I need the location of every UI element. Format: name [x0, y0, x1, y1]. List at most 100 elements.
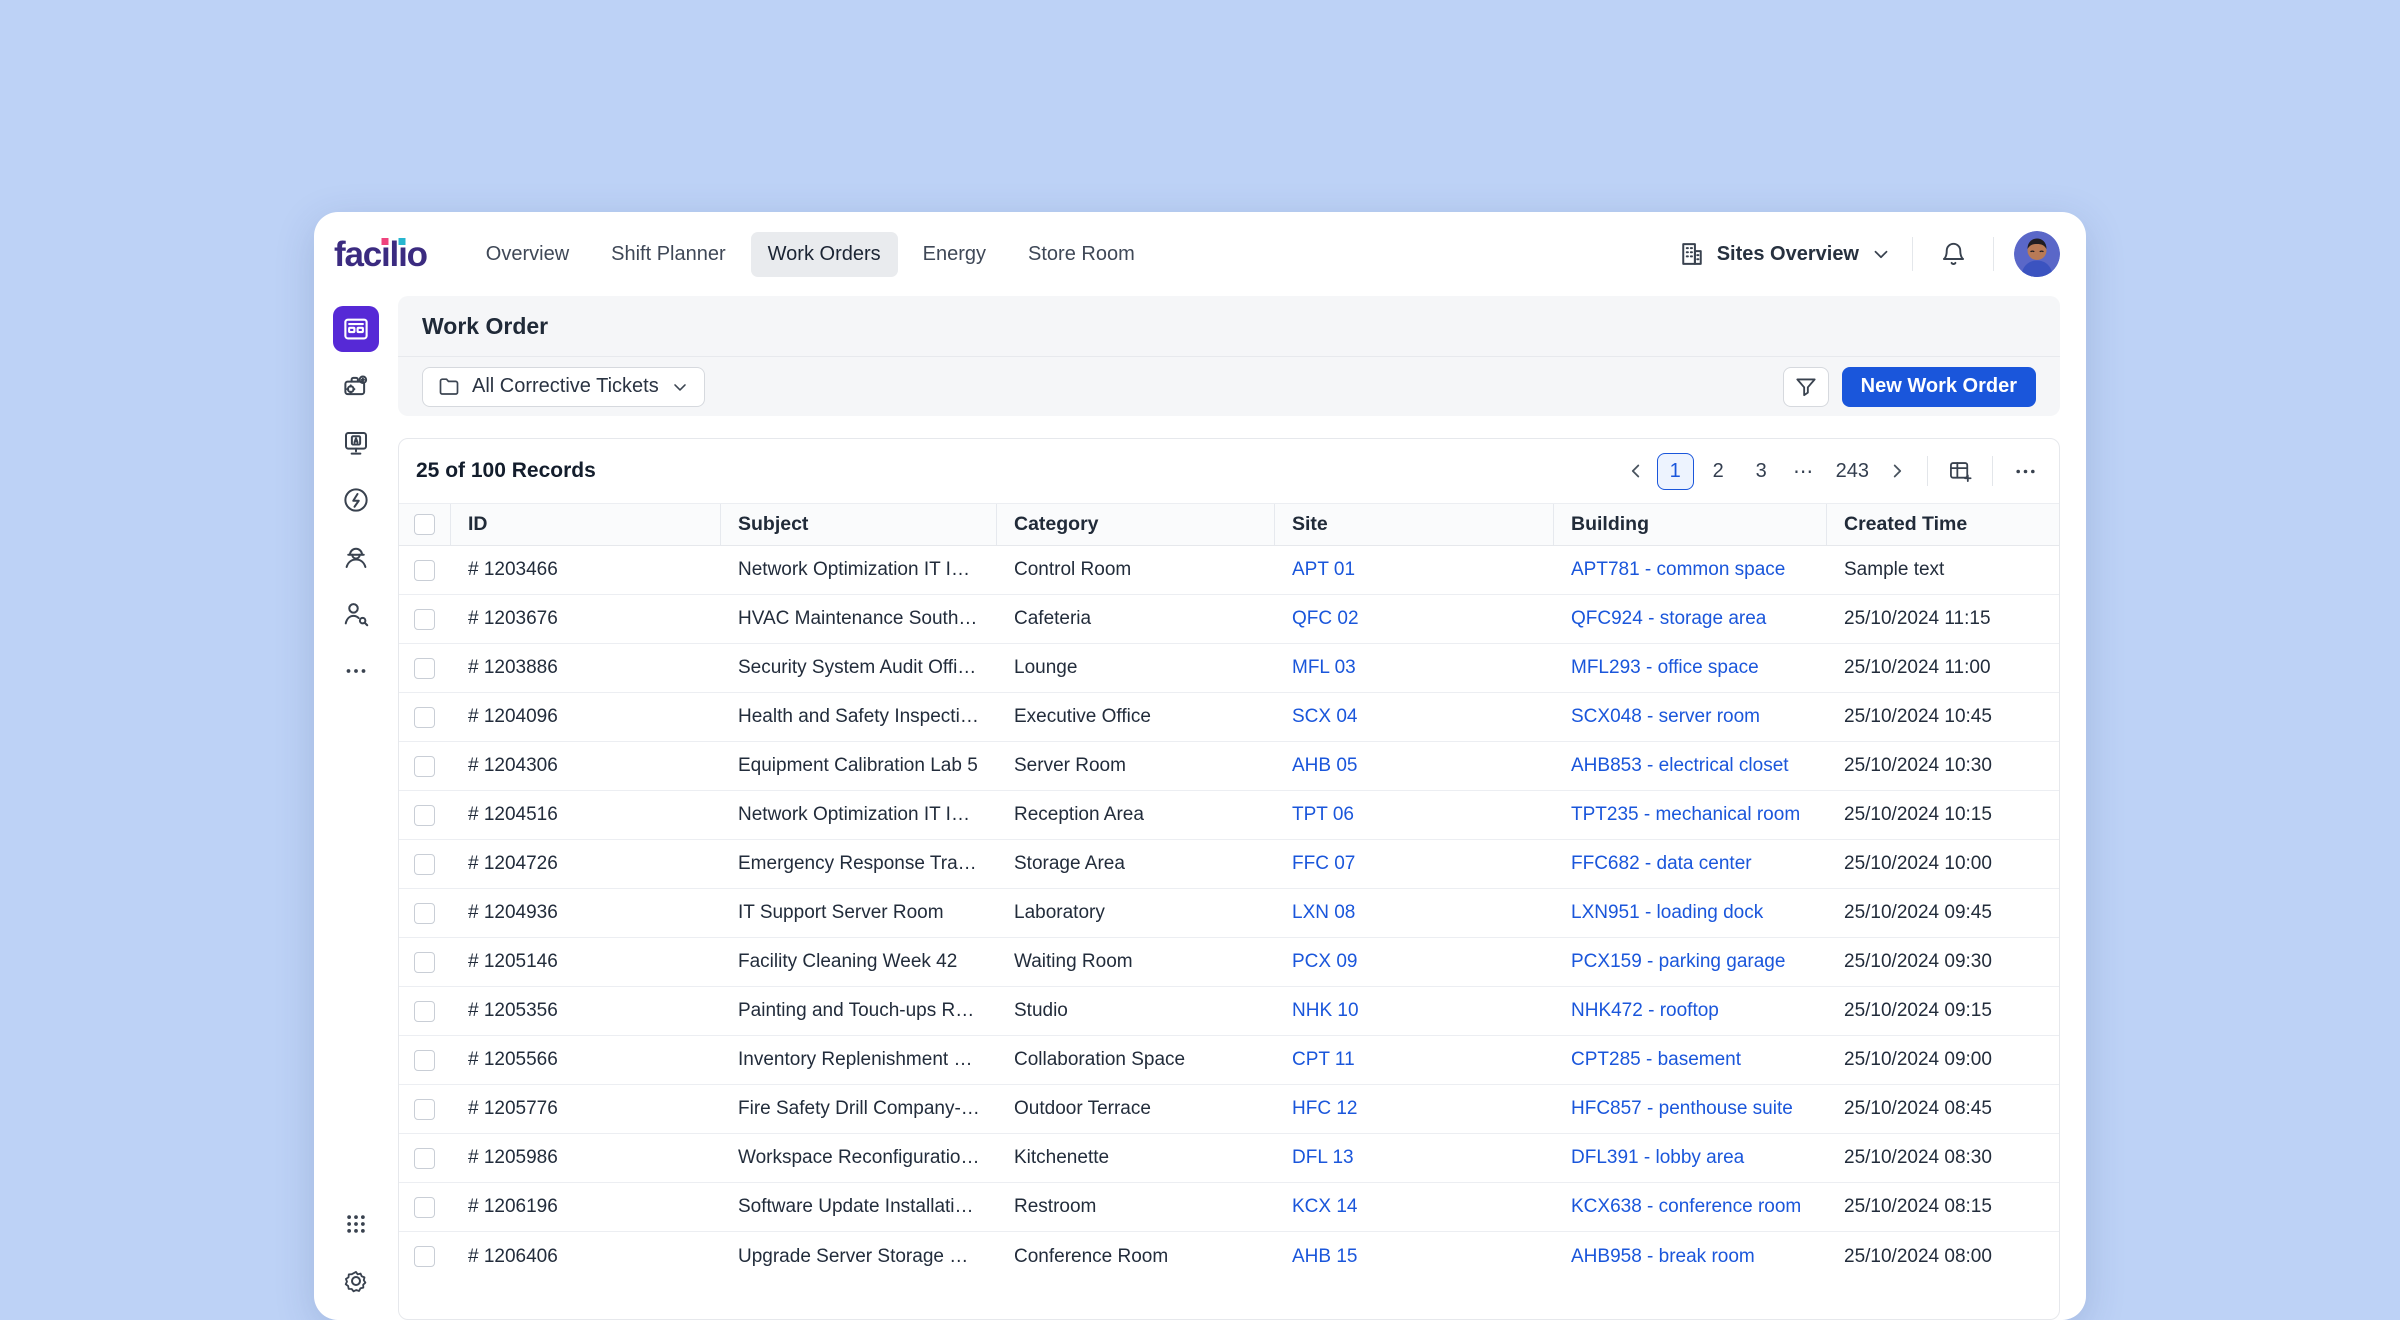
cell-building-link[interactable]: FFC682 - data center	[1554, 853, 1827, 875]
table-row[interactable]: # 1203466 Network Optimization IT Infras…	[399, 546, 2059, 595]
cell-building-link[interactable]: SCX048 - server room	[1554, 706, 1827, 728]
cell-site-link[interactable]: AHB 15	[1275, 1246, 1554, 1268]
cell-site-link[interactable]: LXN 08	[1275, 902, 1554, 924]
cell-site-link[interactable]: SCX 04	[1275, 706, 1554, 728]
cell-building-link[interactable]: CPT285 - basement	[1554, 1049, 1827, 1071]
row-checkbox[interactable]	[414, 1001, 435, 1022]
cell-site-link[interactable]: FFC 07	[1275, 853, 1554, 875]
manage-columns-button[interactable]	[1940, 453, 1980, 490]
page-button-1[interactable]: 1	[1657, 453, 1694, 490]
cell-site-link[interactable]: HFC 12	[1275, 1098, 1554, 1120]
sidebar-item-more[interactable]	[333, 648, 379, 694]
table-row[interactable]: # 1205776 Fire Safety Drill Company-wide…	[399, 1085, 2059, 1134]
table-row[interactable]: # 1205146 Facility Cleaning Week 42 Wait…	[399, 938, 2059, 987]
table-row[interactable]: # 1204726 Emergency Response Training… S…	[399, 840, 2059, 889]
table-row[interactable]: # 1205566 Inventory Replenishment Stora……	[399, 1036, 2059, 1085]
sidebar-item-technician[interactable]	[333, 591, 379, 637]
sidebar-item-assets[interactable]	[333, 363, 379, 409]
view-selector-dropdown[interactable]: All Corrective Tickets	[422, 367, 705, 407]
page-button-3[interactable]: 3	[1743, 453, 1780, 490]
nav-tab-work-orders[interactable]: Work Orders	[751, 232, 898, 277]
cell-building-link[interactable]: QFC924 - storage area	[1554, 608, 1827, 630]
column-header-id[interactable]: ID	[451, 504, 721, 545]
table-row[interactable]: # 1203886 Security System Audit Office C…	[399, 644, 2059, 693]
nav-tab-store-room[interactable]: Store Room	[1011, 232, 1152, 277]
nav-tab-energy[interactable]: Energy	[906, 232, 1003, 277]
cell-site-link[interactable]: NHK 10	[1275, 1000, 1554, 1022]
table-row[interactable]: # 1205986 Workspace Reconfiguration D… K…	[399, 1134, 2059, 1183]
notifications-button[interactable]	[1933, 234, 1973, 274]
row-checkbox[interactable]	[414, 756, 435, 777]
row-checkbox[interactable]	[414, 707, 435, 728]
cell-site-link[interactable]: DFL 13	[1275, 1147, 1554, 1169]
cell-building-link[interactable]: DFL391 - lobby area	[1554, 1147, 1827, 1169]
column-header-category[interactable]: Category	[997, 504, 1275, 545]
sidebar-item-energy[interactable]	[333, 477, 379, 523]
prev-page-button[interactable]	[1618, 453, 1654, 489]
column-header-created-time[interactable]: Created Time	[1827, 504, 2059, 545]
row-checkbox[interactable]	[414, 903, 435, 924]
row-checkbox[interactable]	[414, 658, 435, 679]
cell-building-link[interactable]: TPT235 - mechanical room	[1554, 804, 1827, 826]
table-row[interactable]: # 1204096 Health and Safety Inspection F…	[399, 693, 2059, 742]
column-header-building[interactable]: Building	[1554, 504, 1827, 545]
select-all-checkbox[interactable]	[414, 514, 435, 535]
table-row[interactable]: # 1204306 Equipment Calibration Lab 5 Se…	[399, 742, 2059, 791]
row-checkbox[interactable]	[414, 560, 435, 581]
nav-tab-overview[interactable]: Overview	[469, 232, 586, 277]
column-header-site[interactable]: Site	[1275, 504, 1554, 545]
cell-building-link[interactable]: NHK472 - rooftop	[1554, 1000, 1827, 1022]
table-row[interactable]: # 1206406 Upgrade Server Storage Data… C…	[399, 1232, 2059, 1281]
nav-tab-shift-planner[interactable]: Shift Planner	[594, 232, 743, 277]
table-row[interactable]: # 1205356 Painting and Touch-ups Recep… …	[399, 987, 2059, 1036]
cell-building-link[interactable]: PCX159 - parking garage	[1554, 951, 1827, 973]
row-checkbox[interactable]	[414, 1099, 435, 1120]
cell-created-time: 25/10/2024 08:30	[1827, 1147, 2059, 1169]
cell-building-link[interactable]: LXN951 - loading dock	[1554, 902, 1827, 924]
sidebar-item-kiosk[interactable]	[333, 420, 379, 466]
cell-site-link[interactable]: APT 01	[1275, 559, 1554, 581]
page-title: Work Order	[422, 313, 548, 340]
table-row[interactable]: # 1204516 Network Optimization IT Infras…	[399, 791, 2059, 840]
table-row[interactable]: # 1204936 IT Support Server Room Laborat…	[399, 889, 2059, 938]
cell-building-link[interactable]: AHB853 - electrical closet	[1554, 755, 1827, 777]
cell-site-link[interactable]: PCX 09	[1275, 951, 1554, 973]
cell-category: Restroom	[997, 1196, 1275, 1218]
cell-site-link[interactable]: QFC 02	[1275, 608, 1554, 630]
row-checkbox[interactable]	[414, 854, 435, 875]
column-header-subject[interactable]: Subject	[721, 504, 997, 545]
sidebar-item-workforce[interactable]	[333, 534, 379, 580]
facilio-logo[interactable]: facılıo	[334, 237, 427, 272]
row-checkbox[interactable]	[414, 805, 435, 826]
sidebar-item-app-switcher[interactable]	[333, 1201, 379, 1247]
page-button-2[interactable]: 2	[1700, 453, 1737, 490]
site-selector[interactable]: Sites Overview	[1678, 240, 1892, 268]
cell-building-link[interactable]: KCX638 - conference room	[1554, 1196, 1827, 1218]
row-checkbox[interactable]	[414, 952, 435, 973]
next-page-button[interactable]	[1879, 453, 1915, 489]
table-row[interactable]: # 1206196 Software Update Installation S…	[399, 1183, 2059, 1232]
row-checkbox[interactable]	[414, 1197, 435, 1218]
cell-site-link[interactable]: CPT 11	[1275, 1049, 1554, 1071]
cell-building-link[interactable]: AHB958 - break room	[1554, 1246, 1827, 1268]
sidebar-item-dashboard[interactable]	[333, 306, 379, 352]
sidebar-item-settings[interactable]	[333, 1258, 379, 1304]
cell-building-link[interactable]: HFC857 - penthouse suite	[1554, 1098, 1827, 1120]
cell-building-link[interactable]: MFL293 - office space	[1554, 657, 1827, 679]
cell-site-link[interactable]: KCX 14	[1275, 1196, 1554, 1218]
row-checkbox[interactable]	[414, 1246, 435, 1267]
row-checkbox[interactable]	[414, 1050, 435, 1071]
table-more-button[interactable]	[2005, 453, 2045, 490]
toolbar-right: New Work Order	[1783, 367, 2036, 407]
page-button-243[interactable]: 243	[1829, 453, 1876, 490]
cell-site-link[interactable]: AHB 05	[1275, 755, 1554, 777]
new-work-order-button[interactable]: New Work Order	[1842, 367, 2036, 407]
row-checkbox[interactable]	[414, 1148, 435, 1169]
user-avatar[interactable]	[2014, 231, 2060, 277]
row-checkbox[interactable]	[414, 609, 435, 630]
cell-site-link[interactable]: MFL 03	[1275, 657, 1554, 679]
cell-building-link[interactable]: APT781 - common space	[1554, 559, 1827, 581]
cell-site-link[interactable]: TPT 06	[1275, 804, 1554, 826]
filter-button[interactable]	[1783, 367, 1829, 407]
table-row[interactable]: # 1203676 HVAC Maintenance South Wing Ca…	[399, 595, 2059, 644]
